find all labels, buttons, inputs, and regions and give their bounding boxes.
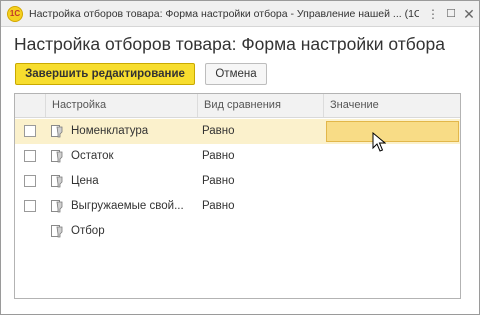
table-row[interactable]: Выгружаемые свой... Равно — [15, 194, 460, 219]
comparison-type[interactable]: Равно — [202, 169, 320, 194]
column-header-value[interactable]: Значение — [323, 94, 460, 117]
table-row[interactable]: Остаток Равно — [15, 144, 460, 169]
maximize-icon[interactable]: ☐ — [443, 6, 459, 22]
setting-name: Остаток — [71, 150, 114, 162]
use-checkbox[interactable] — [24, 150, 36, 162]
setting-name: Номенклатура — [71, 125, 149, 137]
filter-field-icon — [51, 150, 63, 163]
app-logo-icon: 1С — [7, 6, 23, 22]
table-row[interactable]: Отбор — [15, 219, 460, 244]
mouse-pointer-icon — [372, 132, 386, 152]
table-row[interactable]: Номенклатура Равно — [15, 119, 460, 144]
table-row[interactable]: Цена Равно — [15, 169, 460, 194]
setting-name: Отбор — [71, 225, 105, 237]
filter-field-icon — [51, 125, 63, 138]
form-title: Настройка отборов товара: Форма настройк… — [14, 34, 446, 54]
ellipsis-icon[interactable]: ⋮ — [425, 6, 441, 22]
comparison-type[interactable]: Равно — [202, 144, 320, 169]
use-checkbox[interactable] — [24, 200, 36, 212]
dialog-window: 1С Настройка отборов товара: Форма настр… — [0, 0, 480, 315]
filter-field-icon — [51, 200, 63, 213]
finish-editing-button[interactable]: Завершить редактирование — [15, 63, 195, 85]
use-checkbox[interactable] — [24, 175, 36, 187]
filter-field-icon — [51, 175, 63, 188]
table-header: Настройка Вид сравнения Значение — [15, 94, 460, 118]
use-checkbox[interactable] — [24, 125, 36, 137]
title-bar: 1С Настройка отборов товара: Форма настр… — [1, 1, 479, 27]
column-header-setting[interactable]: Настройка — [45, 94, 197, 117]
comparison-type[interactable]: Равно — [202, 119, 320, 144]
window-title: Настройка отборов товара: Форма настройк… — [29, 8, 419, 20]
cancel-button[interactable]: Отмена — [205, 63, 267, 85]
filter-group-icon — [51, 225, 63, 238]
checkbox-column-header — [15, 94, 45, 117]
value-input[interactable] — [326, 121, 459, 142]
column-header-comparison[interactable]: Вид сравнения — [197, 94, 323, 117]
close-icon[interactable]: ✕ — [461, 6, 477, 22]
filter-settings-table: Настройка Вид сравнения Значение Номенкл… — [14, 93, 461, 299]
comparison-type[interactable]: Равно — [202, 194, 320, 219]
setting-name: Выгружаемые свой... — [71, 200, 184, 212]
setting-name: Цена — [71, 175, 99, 187]
